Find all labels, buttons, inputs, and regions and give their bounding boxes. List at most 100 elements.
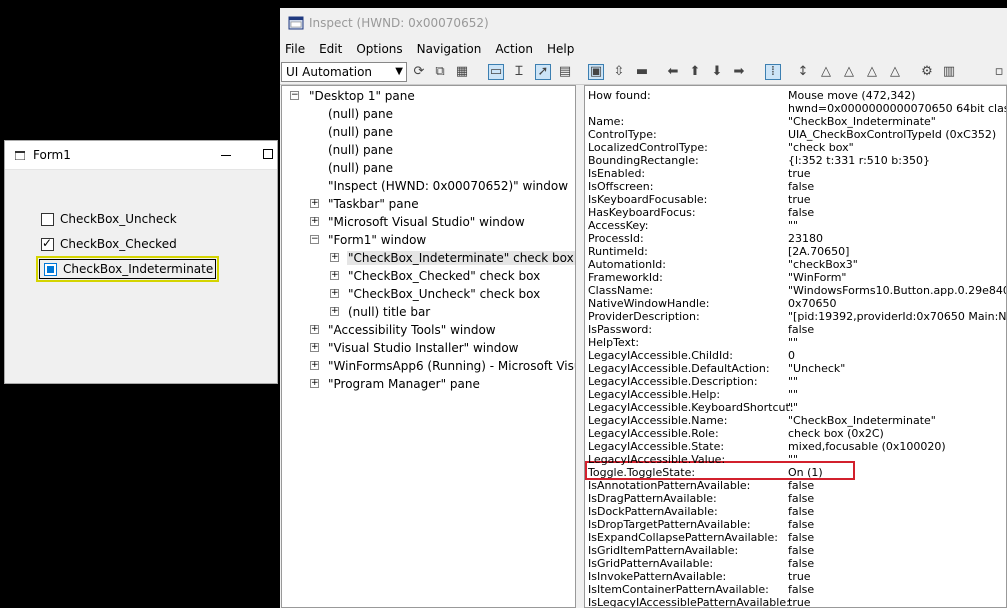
refresh-icon[interactable]: ⟳ — [412, 65, 426, 79]
property-row[interactable]: LegacyIAccessible.KeyboardShortcut: "" — [588, 401, 1006, 414]
property-row[interactable]: LegacyIAccessible.ChildId: 0 — [588, 349, 1006, 362]
checkbox-indeterminate[interactable]: CheckBox_Indeterminate — [36, 256, 220, 282]
property-row[interactable]: HasKeyboardFocus: false — [588, 206, 1006, 219]
copy-icon[interactable]: ⧉ — [433, 65, 447, 79]
property-row[interactable]: IsItemContainerPatternAvailable: false — [588, 583, 1006, 596]
tree-item[interactable]: − "Desktop 1" pane — [290, 87, 416, 105]
property-row[interactable]: LegacyIAccessible.Help: "" — [588, 388, 1006, 401]
checkbox-uncheck[interactable]: CheckBox_Uncheck — [41, 209, 177, 229]
property-row[interactable]: IsPassword: false — [588, 323, 1006, 336]
property-row[interactable]: Name: "CheckBox_Indeterminate" — [588, 115, 1006, 128]
expand-icon[interactable]: + — [330, 271, 339, 280]
expand-icon[interactable]: + — [330, 253, 339, 262]
nav-right-icon[interactable]: ➡ — [732, 65, 746, 79]
expand-icon[interactable]: + — [310, 343, 319, 352]
properties-panel[interactable]: How found: Mouse move (472,342) hwnd=0x000… — [584, 85, 1007, 608]
collapse-icon[interactable]: − — [310, 235, 319, 244]
property-row[interactable]: IsInvokePatternAvailable: true — [588, 570, 1006, 583]
property-row[interactable]: IsOffscreen: false — [588, 180, 1006, 193]
watch-focus-icon[interactable]: ▭ — [488, 64, 504, 80]
expand-icon[interactable]: + — [330, 307, 339, 316]
property-row[interactable]: LegacyIAccessible.Value: "" — [588, 453, 1006, 466]
tree-item[interactable]: "Inspect (HWND: 0x00070652)" window — [310, 177, 569, 195]
checkbox-checked[interactable]: CheckBox_Checked — [41, 234, 177, 254]
menu-action[interactable]: Action — [495, 42, 533, 56]
property-row[interactable]: IsAnnotationPatternAvailable: false — [588, 479, 1006, 492]
tree-item[interactable]: (null) pane — [310, 159, 394, 177]
property-row[interactable]: AutomationId: "checkBox3" — [588, 258, 1006, 271]
property-row[interactable]: ClassName: "WindowsForms10.Button.app.0.2… — [588, 284, 1006, 297]
property-row[interactable]: How found: Mouse move (472,342) — [588, 89, 1006, 102]
tree-item[interactable]: + "Accessibility Tools" window — [310, 321, 497, 339]
menu-navigation[interactable]: Navigation — [417, 42, 482, 56]
expand-icon[interactable]: + — [310, 199, 319, 208]
property-row[interactable]: IsGridItemPatternAvailable: false — [588, 544, 1006, 557]
collapse-icon[interactable]: − — [290, 91, 299, 100]
tree-item[interactable]: + (null) title bar — [330, 303, 431, 321]
property-row[interactable]: IsDragPatternAvailable: false — [588, 492, 1006, 505]
nav-down-icon[interactable]: ⬇ — [710, 65, 724, 79]
property-row[interactable]: IsKeyboardFocusable: true — [588, 193, 1006, 206]
tree-view-icon[interactable]: ⁞ — [765, 64, 781, 80]
property-row[interactable]: BoundingRectangle: {l:352 t:331 r:510 b:3… — [588, 154, 1006, 167]
filter-icon[interactable]: ▥ — [942, 65, 956, 79]
menu-file[interactable]: File — [285, 42, 305, 56]
property-row[interactable]: ProviderDescription: "[pid:19392,provider… — [588, 310, 1006, 323]
nav-parent-icon[interactable]: ↕ — [796, 65, 810, 79]
nav-first-child-icon[interactable]: △ — [819, 65, 833, 79]
tree-item[interactable]: + "Microsoft Visual Studio" window — [310, 213, 526, 231]
property-row[interactable]: IsDockPatternAvailable: false — [588, 505, 1006, 518]
tree-item[interactable]: + "CheckBox_Uncheck" check box — [330, 285, 541, 303]
tree-item[interactable]: + "Visual Studio Installer" window — [310, 339, 520, 357]
maximize-button[interactable] — [263, 149, 273, 159]
checkbox-box[interactable] — [41, 236, 54, 251]
menu-help[interactable]: Help — [547, 42, 574, 56]
mode-select[interactable]: UI Automation ▼ — [281, 62, 407, 82]
tooltip-icon[interactable]: ▤ — [558, 65, 572, 79]
show-caret-icon[interactable]: ⇳ — [612, 65, 626, 79]
extra-icon[interactable]: ▫ — [992, 65, 1006, 79]
property-row[interactable]: FrameworkId: "WinForm" — [588, 271, 1006, 284]
inspect-titlebar[interactable]: Inspect (HWND: 0x00070652) — [280, 8, 1007, 38]
expand-icon[interactable]: + — [330, 289, 339, 298]
tree-item[interactable]: (null) pane — [310, 141, 394, 159]
property-row[interactable]: ProcessId: 23180 — [588, 232, 1006, 245]
property-row[interactable]: HelpText: "" — [588, 336, 1006, 349]
watch-cursor-icon[interactable]: ➚ — [535, 64, 551, 80]
property-row[interactable]: RuntimeId: [2A.70650] — [588, 245, 1006, 258]
menu-edit[interactable]: Edit — [319, 42, 342, 56]
tree-item[interactable]: + "Program Manager" pane — [310, 375, 481, 393]
property-row[interactable]: LocalizedControlType: "check box" — [588, 141, 1006, 154]
tree-item[interactable]: − "Form1" window — [310, 231, 427, 249]
property-row[interactable]: Toggle.ToggleState: On (1) — [588, 466, 1006, 479]
property-row[interactable]: hwnd=0x0000000000070650 64bit class="Win — [588, 102, 1006, 115]
nav-last-child-icon[interactable]: △ — [888, 65, 902, 79]
show-focus-icon[interactable]: ▬ — [635, 65, 649, 79]
properties-icon[interactable]: ▦ — [455, 65, 469, 79]
tree-item[interactable]: + "Taskbar" pane — [310, 195, 420, 213]
property-row[interactable]: IsEnabled: true — [588, 167, 1006, 180]
minimize-button[interactable] — [219, 146, 235, 162]
nav-left-icon[interactable]: ⬅ — [666, 65, 680, 79]
property-row[interactable]: NativeWindowHandle: 0x70650 — [588, 297, 1006, 310]
watch-caret-icon[interactable]: Ɪ — [512, 65, 526, 79]
property-row[interactable]: LegacyIAccessible.State: mixed,focusable … — [588, 440, 1006, 453]
menu-options[interactable]: Options — [356, 42, 402, 56]
property-row[interactable]: LegacyIAccessible.DefaultAction: "Uncheck… — [588, 362, 1006, 375]
tree-item[interactable]: + "WinFormsApp6 (Running) - Microsoft Vis… — [310, 357, 575, 375]
expand-icon[interactable]: + — [310, 379, 319, 388]
tree-item[interactable]: (null) pane — [310, 105, 394, 123]
tree-item[interactable]: + "CheckBox_Checked" check box — [330, 267, 541, 285]
property-row[interactable]: IsLegacyIAccessiblePatternAvailable: true — [588, 596, 1006, 607]
property-row[interactable]: LegacyIAccessible.Description: "" — [588, 375, 1006, 388]
nav-next-sibling-icon[interactable]: △ — [842, 65, 856, 79]
expand-icon[interactable]: + — [310, 217, 319, 226]
element-tree[interactable]: − "Desktop 1" pane (null) pane (null) pane (… — [281, 85, 576, 608]
expand-icon[interactable]: + — [310, 325, 319, 334]
property-row[interactable]: IsGridPatternAvailable: false — [588, 557, 1006, 570]
settings-icon[interactable]: ⚙ — [920, 65, 934, 79]
tree-item[interactable]: (null) pane — [310, 123, 394, 141]
highlight-rect-icon[interactable]: ▣ — [588, 64, 604, 80]
property-row[interactable]: IsExpandCollapsePatternAvailable: false — [588, 531, 1006, 544]
nav-up-icon[interactable]: ⬆ — [688, 65, 702, 79]
